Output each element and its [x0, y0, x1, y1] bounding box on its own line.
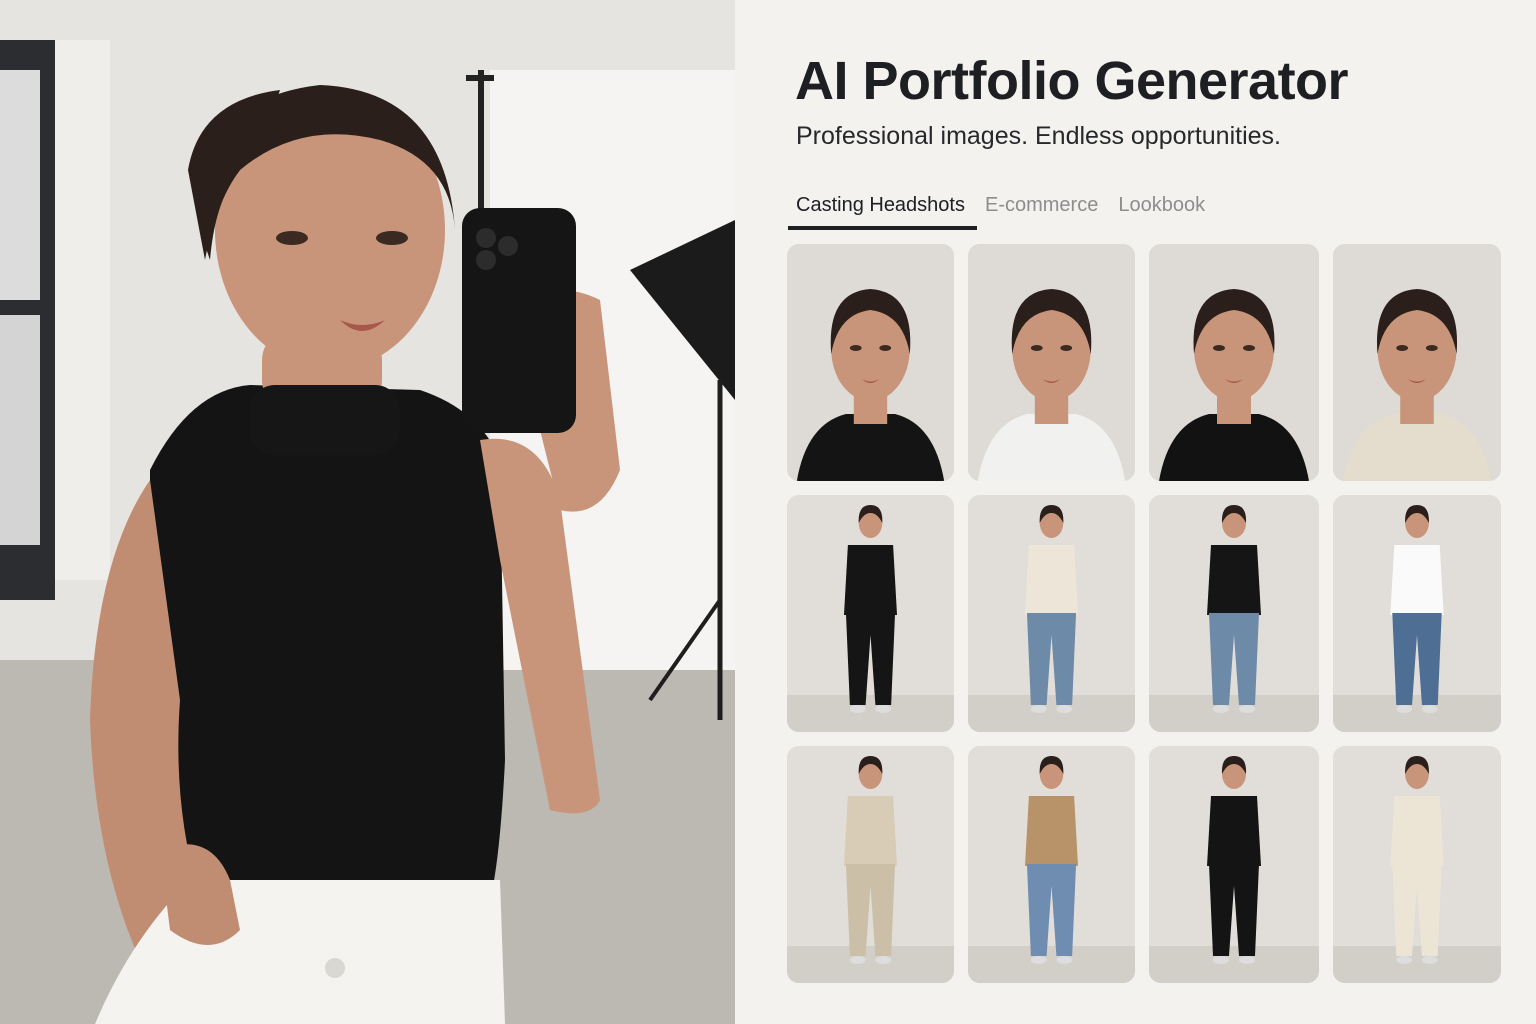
gallery-thumbnail[interactable]: [787, 244, 954, 481]
tab-casting-headshots[interactable]: Casting Headshots: [788, 190, 977, 230]
page-title: AI Portfolio Generator: [795, 51, 1349, 111]
gallery-thumbnail[interactable]: [968, 244, 1135, 481]
hero-selfie-illustration: [0, 0, 735, 1024]
gallery-thumbnail[interactable]: [787, 495, 954, 732]
generator-panel: AI Portfolio Generator Professional imag…: [735, 0, 1536, 1024]
gallery-thumbnail[interactable]: [968, 746, 1135, 983]
gallery-thumbnail[interactable]: [1333, 244, 1501, 481]
gallery-thumbnail[interactable]: [1149, 495, 1319, 732]
gallery-thumbnail[interactable]: [1333, 495, 1501, 732]
category-tabs: Casting Headshots E-commerce Lookbook: [788, 190, 1217, 230]
hero-photo: [0, 0, 735, 1024]
tab-lookbook[interactable]: Lookbook: [1110, 190, 1217, 230]
gallery-thumbnail[interactable]: [968, 495, 1135, 732]
gallery-thumbnail[interactable]: [1149, 244, 1319, 481]
gallery-thumbnail[interactable]: [1333, 746, 1501, 983]
gallery-thumbnail[interactable]: [787, 746, 954, 983]
tab-e-commerce[interactable]: E-commerce: [977, 190, 1110, 230]
gallery-thumbnail[interactable]: [1149, 746, 1319, 983]
page-subtitle: Professional images. Endless opportuniti…: [796, 122, 1281, 150]
